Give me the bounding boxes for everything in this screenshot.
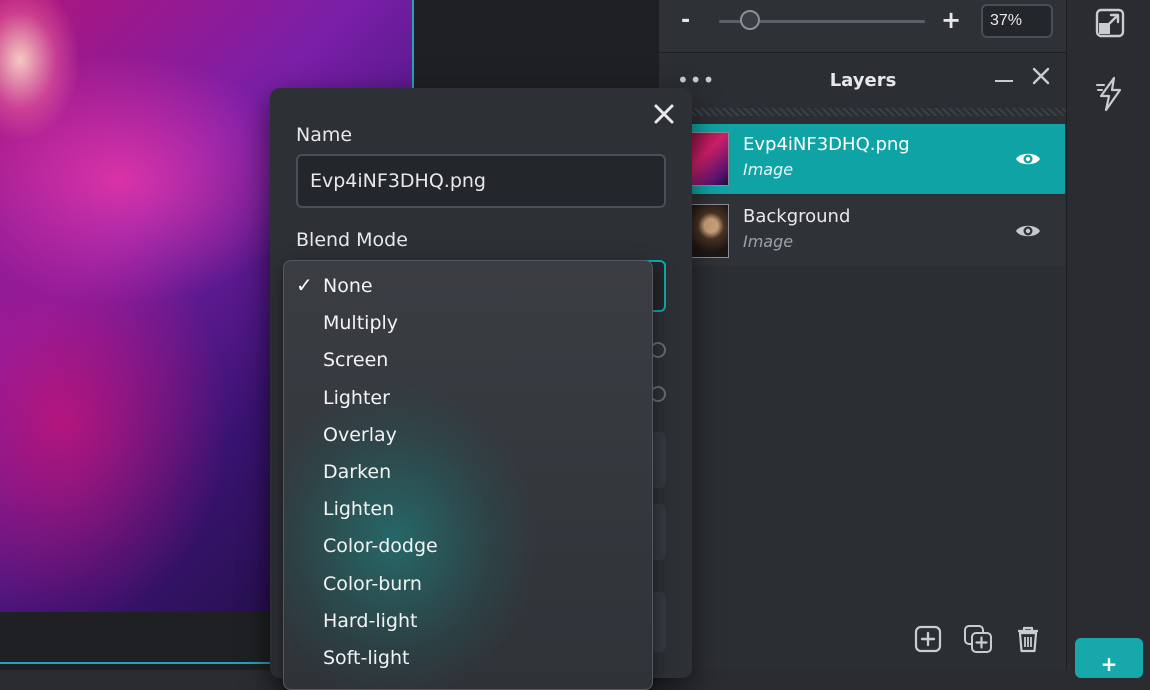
blend-option-none[interactable]: ✓ None: [284, 269, 652, 306]
resize-icon[interactable]: [1095, 8, 1125, 38]
add-button[interactable]: +: [1075, 638, 1143, 678]
layer-row-evp4inf3dhq[interactable]: Evp4iNF3DHQ.png Image: [659, 124, 1065, 194]
zoom-slider[interactable]: [719, 10, 925, 30]
trash-icon[interactable]: [1013, 624, 1043, 654]
layer-thumbnail: [689, 132, 729, 186]
minimize-icon[interactable]: [995, 80, 1013, 82]
blend-option-lighter[interactable]: Lighter: [284, 381, 652, 418]
name-label: Name: [296, 124, 353, 146]
blend-option-darken[interactable]: Darken: [284, 455, 652, 492]
zoom-slider-handle[interactable]: [739, 10, 760, 30]
blend-option-label: Lighten: [323, 498, 395, 521]
blend-mode-label: Blend Mode: [296, 229, 408, 251]
close-icon[interactable]: [1031, 66, 1051, 86]
blend-option-label: Multiply: [323, 312, 399, 335]
layer-thumbnail: [689, 204, 729, 258]
blend-option-label: None: [323, 275, 373, 297]
blend-option-label: Soft-light: [323, 647, 410, 669]
zoom-in-button[interactable]: +: [941, 6, 961, 34]
blend-option-soft-light[interactable]: Soft-light: [284, 641, 652, 678]
canvas-selection-edge-bottom: [0, 662, 280, 664]
duplicate-layer-icon[interactable]: [963, 624, 993, 654]
checkmark-icon: ✓: [296, 273, 313, 297]
layer-type: Image: [743, 232, 794, 251]
blend-option-label: Lighter: [323, 386, 390, 409]
add-layer-icon[interactable]: [913, 624, 943, 654]
layer-name: Background: [743, 206, 851, 227]
layer-type: Image: [743, 160, 794, 179]
zoom-bar: - +: [659, 0, 1067, 53]
blend-option-color-dodge[interactable]: Color-dodge: [284, 529, 652, 566]
blend-mode-dropdown[interactable]: ✓ None Multiply Screen Lighter Overlay Darken L…: [283, 260, 653, 690]
zoom-percent-input[interactable]: [981, 4, 1053, 38]
canvas-selection-edge: [412, 0, 414, 100]
blend-option-label: Screen: [323, 349, 389, 372]
close-icon[interactable]: [652, 102, 676, 126]
layer-actions: [659, 620, 1067, 660]
layers-sidebar: - + ••• Layers Evp4iNF3DHQ.png Image Bac…: [658, 0, 1067, 670]
layer-row-background[interactable]: Background Image: [659, 196, 1065, 266]
panel-divider: [659, 108, 1067, 116]
blend-option-hard-light[interactable]: Hard-light: [284, 604, 652, 641]
blend-option-screen[interactable]: Screen: [284, 343, 652, 380]
blend-option-label: Color-dodge: [323, 535, 438, 558]
lightning-icon[interactable]: [1095, 76, 1125, 112]
blend-option-label: Hard-light: [323, 609, 418, 632]
eye-icon[interactable]: [1015, 150, 1041, 168]
blend-option-multiply[interactable]: Multiply: [284, 306, 652, 343]
blend-option-label: Color-burn: [323, 572, 422, 595]
add-icon: +: [1100, 652, 1118, 676]
blend-option-label: Overlay: [323, 423, 397, 446]
layers-header: ••• Layers: [659, 54, 1067, 108]
zoom-out-button[interactable]: -: [681, 8, 690, 33]
eye-icon[interactable]: [1015, 222, 1041, 240]
layer-name: Evp4iNF3DHQ.png: [743, 134, 910, 155]
blend-option-label: Darken: [323, 461, 392, 483]
blend-option-overlay[interactable]: Overlay: [284, 418, 652, 455]
blend-option-color-burn[interactable]: Color-burn: [284, 567, 652, 604]
layer-name-input[interactable]: [296, 154, 666, 208]
blend-option-lighten[interactable]: Lighten: [284, 492, 652, 529]
tools-toolbar: +: [1066, 0, 1150, 678]
